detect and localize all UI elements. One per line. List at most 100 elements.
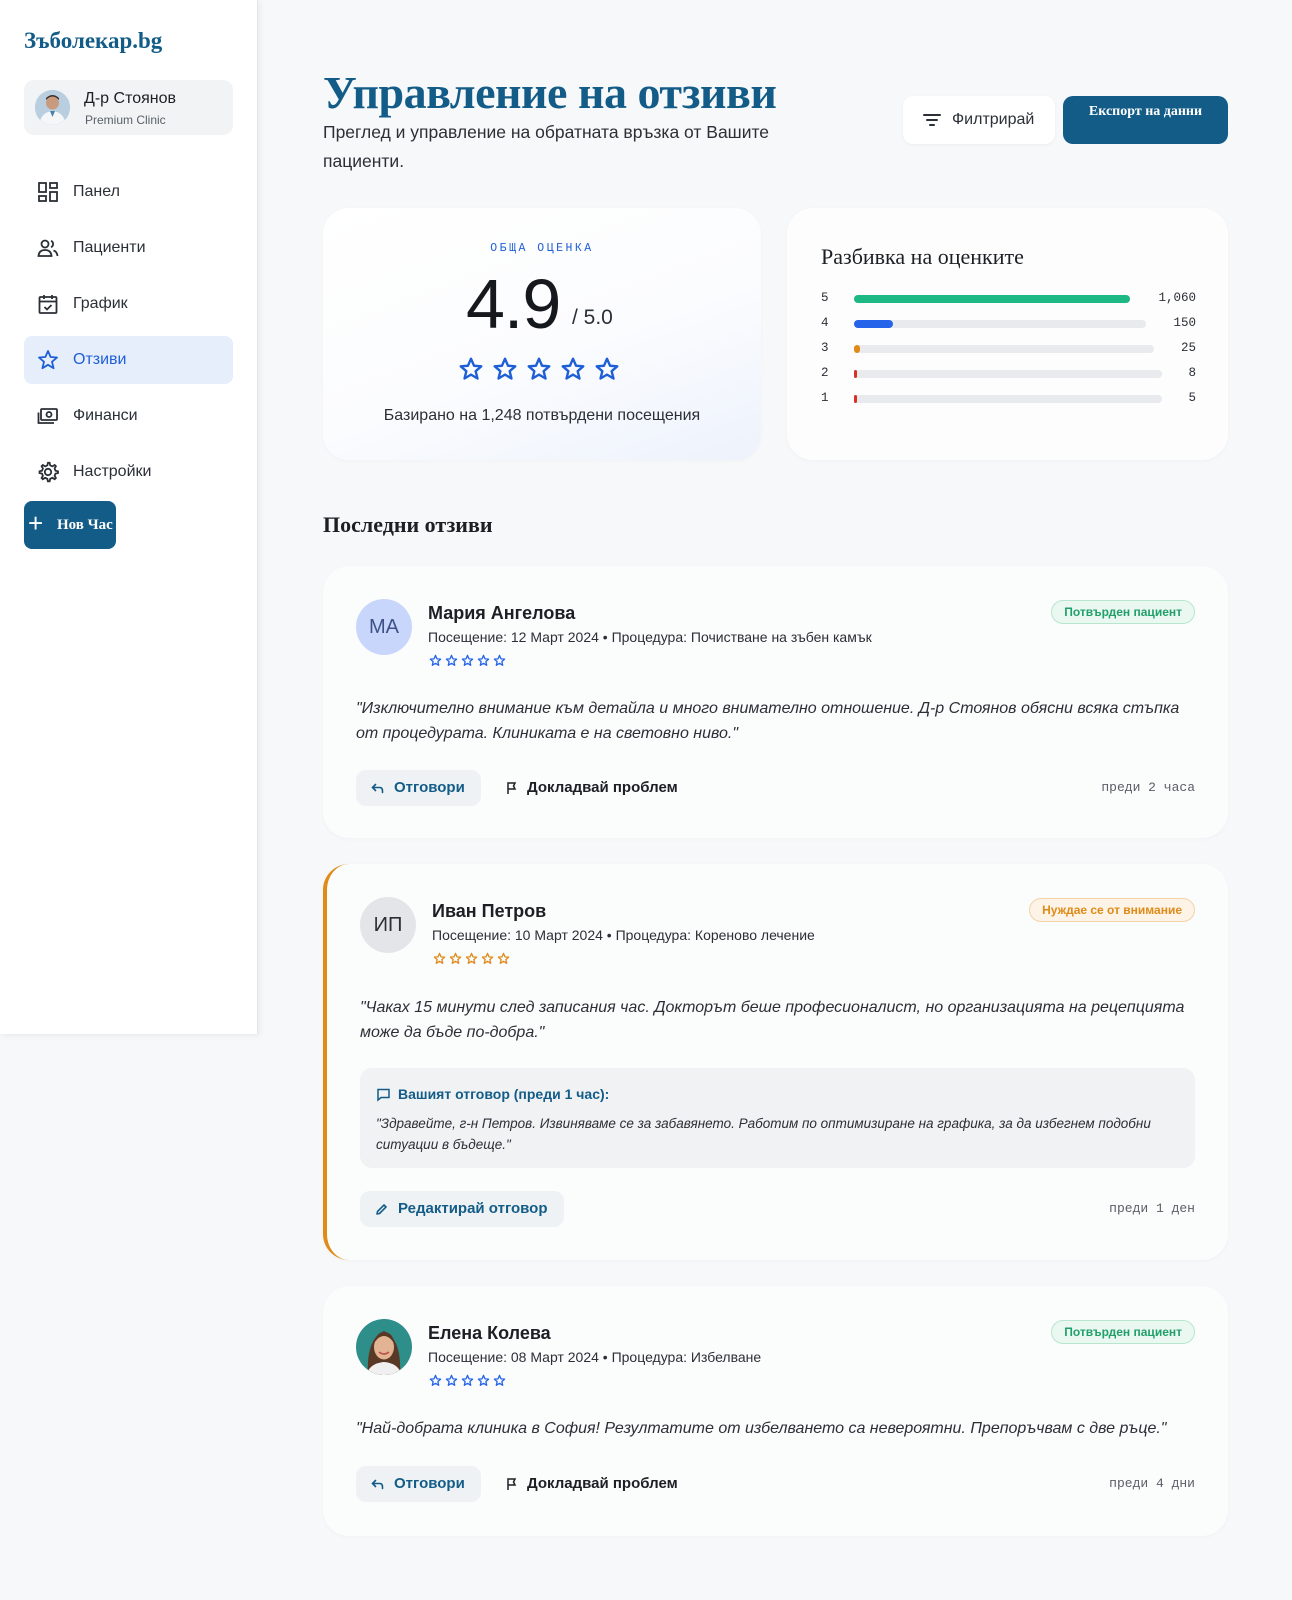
star-icon (449, 952, 462, 964)
rating-bar-row: 15 (821, 391, 1196, 407)
reviewer-name: Елена Колева (428, 1323, 551, 1343)
review-time: преди 4 дни (1109, 1476, 1195, 1491)
nav-label: Настройки (73, 463, 152, 480)
reply-label: Отговори (394, 779, 465, 796)
status-badge: Потвърден пациент (1051, 1320, 1195, 1344)
overall-rating-card: ОБЩА ОЦЕНКА 4.9 / 5.0 Базирано на 1,248 … (323, 208, 761, 460)
reply-icon (371, 1479, 384, 1490)
rating-bar-row: 4 150 (821, 316, 1196, 332)
finance-icon (37, 408, 58, 424)
star-icon (497, 952, 510, 964)
page-subtitle: Преглед и управление на обратната връзка… (323, 122, 770, 171)
star-icon (433, 952, 446, 964)
edit-reply-button[interactable]: Редактирай отговор (360, 1191, 564, 1227)
rating-bar-track (854, 370, 1162, 378)
review-stars (429, 1374, 506, 1387)
rating-bar-fill (854, 345, 860, 353)
avatar: МА (356, 599, 412, 655)
star-icon (493, 1374, 506, 1386)
filter-icon (923, 114, 941, 126)
star-icon (465, 952, 478, 964)
reviewer-name: Иван Петров (432, 901, 547, 921)
filter-button[interactable]: Филтрирай (903, 96, 1055, 144)
rating-bar-track (854, 295, 1130, 303)
reply-text: "Здравейте, г-н Петров. Извиняваме се за… (376, 1116, 1151, 1152)
export-button[interactable]: Експорт на данни (1063, 96, 1228, 144)
star-icon (429, 654, 442, 666)
report-button[interactable]: Докладвай проблем (505, 770, 678, 806)
avatar: ИП (360, 897, 416, 953)
nav-item-dashboard[interactable]: Панел (24, 168, 233, 216)
rating-bar-track (854, 345, 1154, 353)
reply-button[interactable]: Отговори (356, 770, 481, 806)
logo[interactable]: Зъболекар.bg (24, 28, 162, 54)
rating-bar-track (854, 320, 1146, 328)
star-icon (459, 357, 483, 380)
nav-label: Финанси (73, 407, 138, 424)
patients-icon (37, 239, 59, 257)
rating-star-label: 2 (821, 366, 829, 380)
report-label: Докладвай проблем (527, 779, 678, 796)
rating-star-label: 1 (821, 391, 829, 405)
star-icon (445, 1374, 458, 1386)
rating-count: 25 (1180, 341, 1196, 355)
rating-bar-row: 3 25 (821, 341, 1196, 357)
dashboard-icon (38, 182, 58, 202)
rating-count: 8 (1188, 366, 1196, 380)
rating-bar-fill (854, 395, 857, 403)
sidebar: Зъболекар.bg Д-р Стоянов Premium Clinic … (0, 0, 258, 1034)
review-meta: Посещение: 08 Март 2024 • Процедура: Изб… (428, 1349, 762, 1365)
filter-label: Филтрирай (952, 111, 1035, 128)
doctor-reply: Вашият отговор (преди 1 час): "Здравейте… (360, 1068, 1195, 1168)
rating-bar-fill (854, 320, 893, 328)
overall-stars (458, 356, 620, 382)
avatar (356, 1319, 412, 1375)
review-time: преди 1 ден (1109, 1201, 1195, 1216)
rating-star-label: 5 (821, 291, 829, 305)
profile-card[interactable]: Д-р Стоянов Premium Clinic (24, 80, 233, 135)
doctor-avatar (35, 90, 70, 125)
star-icon (527, 357, 551, 380)
reply-button[interactable]: Отговори (356, 1466, 481, 1502)
star-icon (445, 654, 458, 666)
review-text: "Изключително внимание към детайла и мно… (356, 700, 1180, 742)
star-icon (595, 357, 619, 380)
rating-count: 1,060 (1158, 291, 1196, 305)
nav-item-schedule[interactable]: График (24, 280, 233, 328)
nav-item-patients[interactable]: Пациенти (24, 224, 233, 272)
nav-label: Отзиви (73, 351, 127, 368)
star-icon (38, 350, 58, 370)
review-text: "Чаках 15 минути след записания час. Док… (360, 999, 1185, 1041)
reviewer-name: Мария Ангелова (428, 603, 576, 623)
nav-item-finance[interactable]: Финанси (24, 392, 233, 440)
review-time: преди 2 часа (1101, 780, 1195, 795)
status-badge: Нуждае се от внимание (1029, 898, 1195, 922)
nav-label: Панел (73, 183, 120, 200)
rating-bar-row: 28 (821, 366, 1196, 382)
rating-bar-row: 5 1,060 (821, 291, 1196, 307)
profile-name: Д-р Стоянов (84, 90, 177, 107)
overall-based-on: Базирано на 1,248 потвърдени посещения (383, 407, 701, 424)
flag-icon (507, 1478, 517, 1490)
reply-label: Отговори (394, 1475, 465, 1492)
rating-star-label: 3 (821, 341, 829, 355)
star-icon (477, 1374, 490, 1386)
new-appointment-button[interactable]: + Нов Час (24, 501, 116, 549)
gear-icon (38, 461, 59, 483)
rating-breakdown-card: Разбивка на оценките 5 1,060 4 150 3 25 2 8 1 5 (787, 208, 1228, 460)
nav-item-reviews[interactable]: Отзиви (24, 336, 233, 384)
nav-item-settings[interactable]: Настройки (24, 448, 233, 496)
review-meta: Посещение: 10 Март 2024 • Процедура: Кор… (432, 927, 815, 943)
rating-count: 5 (1188, 391, 1196, 405)
breakdown-title: Разбивка на оценките (821, 244, 1024, 269)
nav-label: Пациенти (73, 239, 146, 256)
reply-header: Вашият отговор (преди 1 час): (398, 1086, 610, 1102)
report-button[interactable]: Докладвай проблем (505, 1466, 678, 1502)
flag-icon (507, 782, 517, 794)
star-icon (461, 1374, 474, 1386)
new-appointment-label: Нов Час (57, 517, 113, 533)
star-icon (493, 357, 517, 380)
profile-subtitle: Premium Clinic (85, 113, 166, 127)
star-icon (561, 357, 585, 380)
overall-caption: ОБЩА ОЦЕНКА (490, 242, 594, 255)
